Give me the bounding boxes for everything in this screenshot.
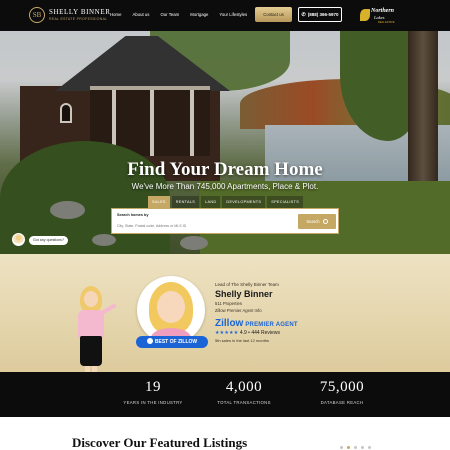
search-tabs: SALES RENTALS LAND DEVELOPMENTS SPECIALI… <box>148 196 304 208</box>
star-icons: ★★★★★ <box>215 330 239 336</box>
zillow-word: Zillow <box>215 318 244 329</box>
phone-icon: ✆ <box>301 12 306 18</box>
partner-logo-line3: REAL ESTATE <box>378 21 395 24</box>
rating-value: 4.9 <box>239 330 247 336</box>
stat-label: YEARS IN THE INDUSTRY <box>123 400 183 405</box>
agent-properties: 511 Properties <box>215 301 242 306</box>
stat-database: 75,000 DATABASE REACH <box>292 379 392 405</box>
nav-item-mortgage[interactable]: Mortgage <box>190 12 208 17</box>
site-header: SB SHELLY BINNER REAL ESTATE PROFESSIONA… <box>0 0 450 31</box>
best-of-zillow-badge: BEST OF ZILLOW <box>136 336 208 348</box>
stat-years: 19 YEARS IN THE INDUSTRY <box>103 379 203 405</box>
stats-bar: 19 YEARS IN THE INDUSTRY 4,000 TOTAL TRA… <box>0 372 450 417</box>
hero-title: Find Your Dream Home <box>127 159 323 180</box>
carousel-dot[interactable] <box>354 446 357 449</box>
northern-lakes-logo[interactable]: Northern Lakes REAL ESTATE <box>360 7 402 24</box>
carousel-dot[interactable] <box>368 446 371 449</box>
tab-developments[interactable]: DEVELOPMENTS <box>222 196 266 208</box>
nav-item-lifestyles[interactable]: Your Lifestyles <box>219 12 247 17</box>
stat-number: 75,000 <box>319 379 365 395</box>
agent-avatar[interactable] <box>137 276 205 344</box>
agent-rating: ★★★★★ 4.9 • 444 Reviews <box>215 330 280 336</box>
carousel-dot[interactable] <box>361 446 364 449</box>
phone-button[interactable]: ✆ (888) 366-5970 <box>298 7 342 22</box>
search-icon <box>322 219 328 225</box>
stat-number: 4,000 <box>225 379 263 395</box>
search-label: Search homes by <box>117 213 149 217</box>
featured-section: Discover Our Featured Listings <box>0 417 450 450</box>
carousel-dot[interactable] <box>347 446 350 449</box>
carousel-dots <box>340 446 371 449</box>
agent-role: Lead of The Shelly Binner Team <box>215 282 279 287</box>
nav-item-home[interactable]: Home <box>110 12 121 17</box>
tab-sales[interactable]: SALES <box>148 196 170 208</box>
partner-logo-line1: Northern <box>371 8 395 14</box>
tab-specialists[interactable]: SPECIALISTS <box>267 196 304 208</box>
logo-tagline: REAL ESTATE PROFESSIONAL <box>49 17 108 21</box>
agent-sales: 5th sales in the last 12 months <box>215 338 270 343</box>
agent-name: Shelly Binner <box>215 289 273 299</box>
carousel-dot[interactable] <box>340 446 343 449</box>
stat-number: 19 <box>145 379 161 395</box>
search-button-label: Search <box>306 219 320 224</box>
review-count[interactable]: 444 Reviews <box>251 330 280 336</box>
contact-us-button[interactable]: Contact us <box>255 7 292 22</box>
chat-bubble[interactable]: Got any questions? <box>29 236 68 245</box>
premier-agent-label: PREMIER AGENT <box>245 322 298 328</box>
phone-number: (888) 366-5970 <box>307 12 339 17</box>
search-box: Search homes by Search <box>111 208 339 234</box>
agent-info: Lead of The Shelly Binner Team Shelly Bi… <box>215 282 335 343</box>
tab-land[interactable]: LAND <box>201 196 221 208</box>
logo-mark-icon[interactable]: SB <box>29 7 45 23</box>
agent-zillow-info[interactable]: Zillow Premier Agent Info <box>215 308 335 313</box>
logo-name[interactable]: SHELLY BINNER <box>49 8 110 16</box>
hero-subtitle: We've More Than 745,000 Apartments, Plac… <box>131 182 319 191</box>
featured-title: Discover Our Featured Listings <box>72 435 248 450</box>
stat-label: TOTAL TRANSACTIONS <box>217 400 271 405</box>
search-button[interactable]: Search <box>298 214 336 229</box>
main-nav: Home About us Our Team Mortgage Your Lif… <box>110 12 273 17</box>
nav-item-about[interactable]: About us <box>132 12 149 17</box>
agent-section: BEST OF ZILLOW Lead of The Shelly Binner… <box>0 254 450 396</box>
badge-icon <box>146 338 153 345</box>
nav-item-team[interactable]: Our Team <box>160 12 179 17</box>
partner-logo-line2: Lakes <box>374 15 385 20</box>
chat-avatar[interactable] <box>12 233 25 246</box>
leaf-icon <box>360 9 370 21</box>
zillow-premier-logo: Zillow PREMIER AGENT <box>215 318 335 329</box>
tab-rentals[interactable]: RENTALS <box>171 196 200 208</box>
stat-transactions: 4,000 TOTAL TRANSACTIONS <box>194 379 294 405</box>
badge-text: BEST OF ZILLOW <box>154 339 198 345</box>
stat-label: DATABASE REACH <box>320 400 364 405</box>
search-input[interactable] <box>117 222 297 230</box>
